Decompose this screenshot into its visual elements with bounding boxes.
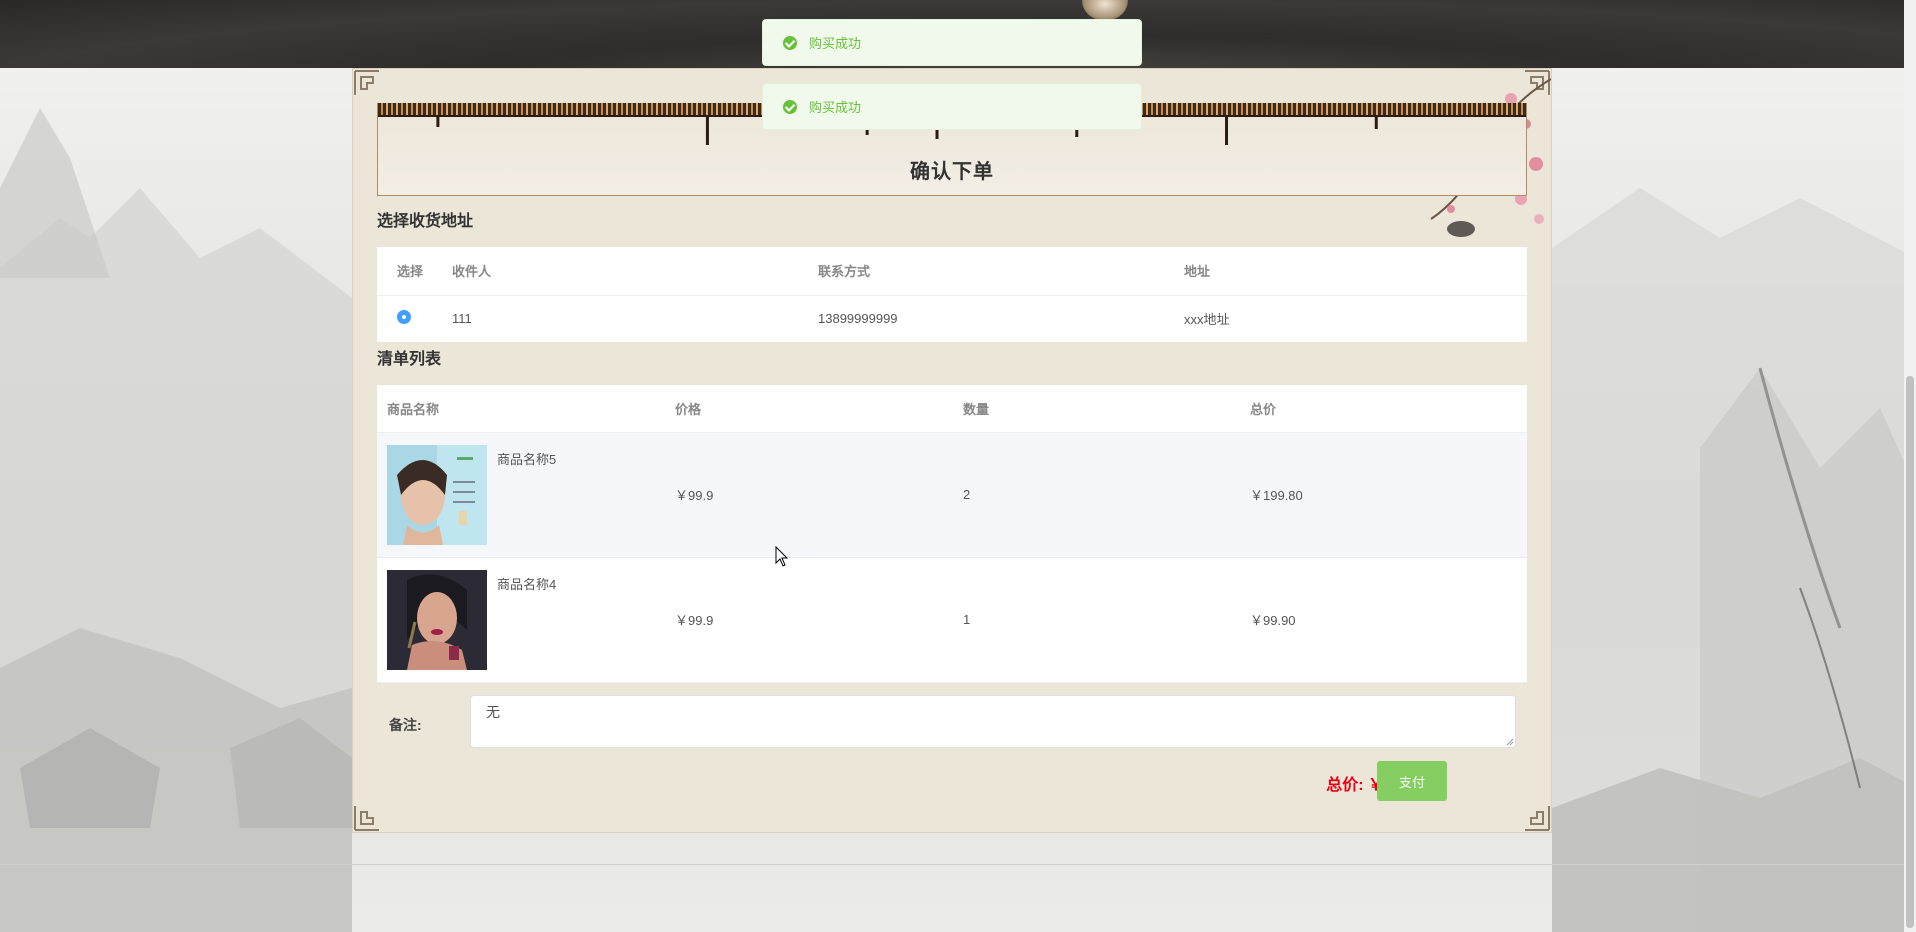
items-table: 商品名称 价格 数量 总价 商品名称5 ￥99.9 2 ￥199.80 商品名称… xyxy=(377,385,1527,683)
subtotal-cell: ￥99.90 xyxy=(1240,557,1527,683)
background-ornament xyxy=(1082,0,1128,20)
check-circle-icon xyxy=(783,35,797,50)
product-name: 商品名称5 xyxy=(497,451,557,467)
column-header: 收件人 xyxy=(432,247,798,296)
items-section-title: 清单列表 xyxy=(377,351,442,368)
phone-cell: 13899999999 xyxy=(818,311,898,327)
column-header: 选择 xyxy=(377,247,432,296)
corner-ornament xyxy=(354,806,379,831)
quantity-cell: 1 xyxy=(953,557,1240,683)
product-image xyxy=(387,444,487,545)
order-confirm-panel: 确认下单 选择收货地址 选择 收件人 联系方式 地址 111 138999999… xyxy=(352,68,1552,833)
address-row[interactable]: 111 13899999999 xxx地址 xyxy=(377,295,1527,342)
address-table: 选择 收件人 联系方式 地址 111 13899999999 xxx地址 xyxy=(377,247,1527,342)
price-cell: ￥99.9 xyxy=(665,557,953,683)
check-circle-icon xyxy=(783,99,797,114)
column-header: 联系方式 xyxy=(798,247,1164,296)
page-scrollbar[interactable] xyxy=(1904,0,1916,932)
success-toast: 购买成功 xyxy=(762,19,1142,66)
column-header: 地址 xyxy=(1164,247,1527,296)
column-header: 商品名称 xyxy=(377,385,665,433)
column-header: 数量 xyxy=(953,385,1240,433)
address-radio[interactable] xyxy=(397,310,411,325)
table-row[interactable]: 商品名称4 ￥99.9 1 ￥99.90 xyxy=(377,557,1527,683)
resize-handle-icon[interactable] xyxy=(1506,738,1514,746)
select-cell[interactable] xyxy=(377,295,432,342)
product-cell: 商品名称4 xyxy=(377,557,665,683)
page-title: 确认下单 xyxy=(910,161,994,183)
toast-message: 购买成功 xyxy=(809,36,862,51)
address-section-title: 选择收货地址 xyxy=(377,213,474,230)
remark-textarea[interactable] xyxy=(470,695,1516,748)
corner-ornament xyxy=(1525,806,1550,831)
quantity-cell: 2 xyxy=(953,432,1240,558)
address-cell: xxx地址 xyxy=(1184,312,1230,328)
column-header: 价格 xyxy=(665,385,953,433)
product-image xyxy=(387,569,487,670)
table-row[interactable]: 商品名称5 ￥99.9 2 ￥199.80 xyxy=(377,432,1527,558)
table-header-row: 选择 收件人 联系方式 地址 xyxy=(377,247,1527,296)
mouse-cursor-icon xyxy=(775,546,789,567)
scrollbar-thumb[interactable] xyxy=(1906,376,1914,928)
pay-button[interactable]: 支付 xyxy=(1377,761,1447,801)
subtotal-cell: ￥199.80 xyxy=(1240,432,1527,558)
product-name: 商品名称4 xyxy=(497,576,557,592)
success-toast: 购买成功 xyxy=(762,83,1142,130)
table-header-row: 商品名称 价格 数量 总价 xyxy=(377,385,1527,433)
price-cell: ￥99.9 xyxy=(665,432,953,558)
remark-label: 备注: xyxy=(389,717,422,733)
recipient-cell: 111 xyxy=(452,311,472,327)
product-cell: 商品名称5 xyxy=(377,432,665,558)
toast-message: 购买成功 xyxy=(809,100,862,115)
footer-divider xyxy=(0,864,1916,865)
column-header: 总价 xyxy=(1240,385,1527,433)
